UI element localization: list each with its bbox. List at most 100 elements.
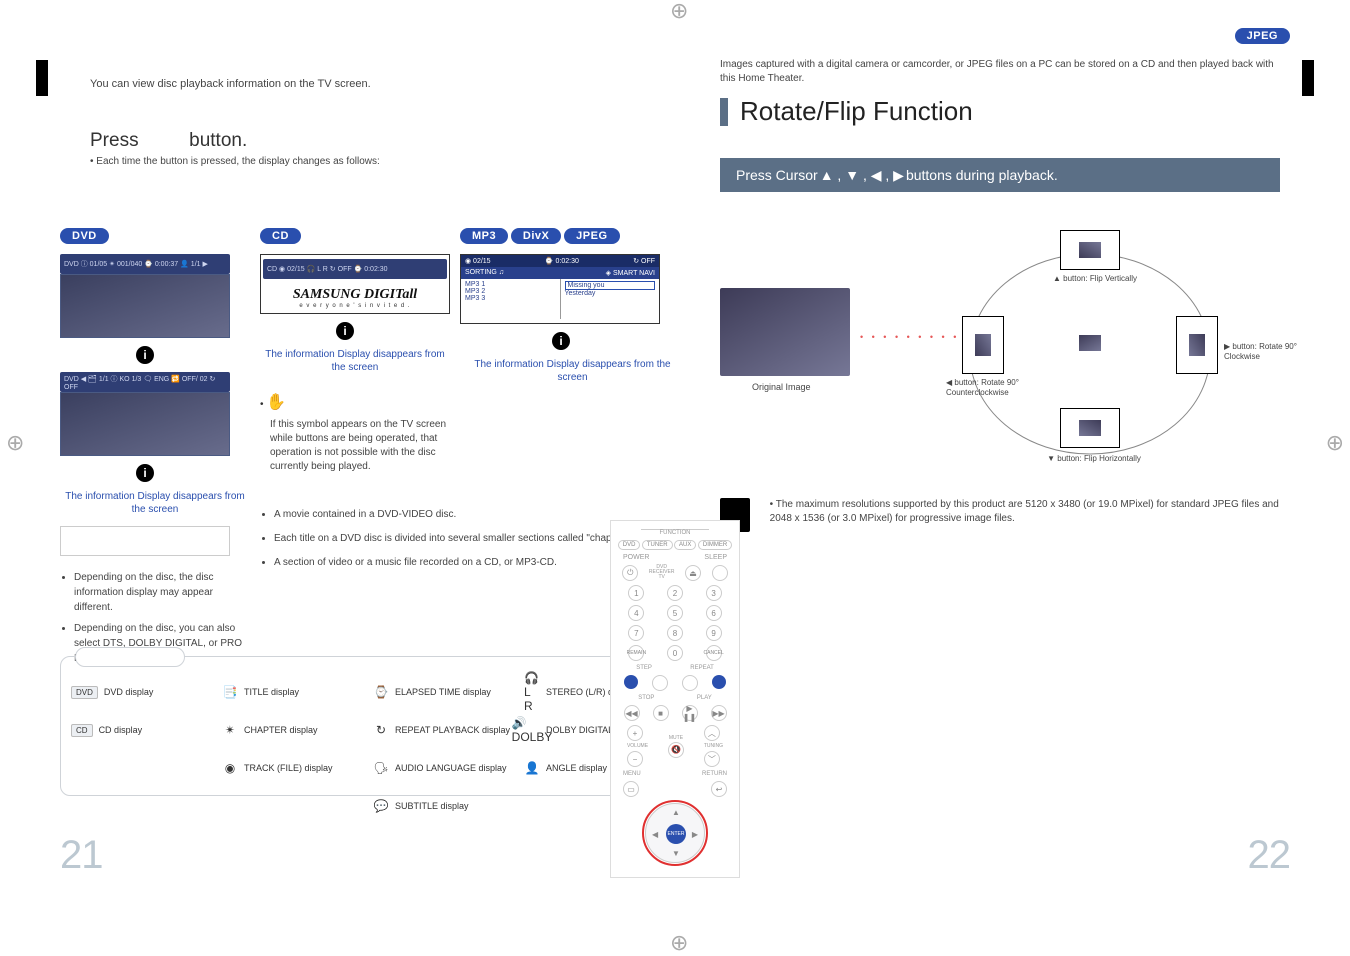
fig-right: [1176, 316, 1218, 374]
rc-num-0[interactable]: 0: [667, 645, 683, 661]
mp3-top-l: ◉ 02/15: [465, 257, 491, 265]
rc-ff-btn[interactable]: ▶▶: [711, 705, 727, 721]
rc-num-4[interactable]: 4: [628, 605, 644, 621]
rc-play-btn[interactable]: ▶ ❚❚: [682, 705, 698, 721]
legend-item-9: ◉ TRACK (FILE) display: [222, 760, 367, 776]
rc-num-2[interactable]: 2: [667, 585, 683, 601]
rc-rew-btn[interactable]: ◀◀: [624, 705, 640, 721]
cropmark-bottom: ⊕: [670, 930, 688, 956]
legend-item-4: CDCD display: [71, 724, 216, 737]
dvd-osd-2: DVD ◀ 🗂 1/1 ⓘ KO 1/3 🗨 ENG 🔁 OFF/ 02 ↻ O…: [60, 372, 230, 392]
cd-column: CD CD ◉ 02/15 🎧 L R ↻ OFF ⌚ 0:02:30 SAMS…: [260, 228, 450, 474]
original-image-label: Original Image: [752, 382, 811, 392]
rc-num-5[interactable]: 5: [667, 605, 683, 621]
rc-enter-btn[interactable]: ENTER: [666, 824, 686, 844]
heading-bar: [720, 98, 728, 126]
legend-tag: DVD: [71, 686, 98, 699]
mp3-c1-2: MP3 3: [465, 295, 556, 302]
pill-jpeg: JPEG: [564, 228, 619, 244]
rc-num-6[interactable]: 6: [706, 605, 722, 621]
legend-text: REPEAT PLAYBACK display: [395, 725, 510, 735]
rc-stop-btn[interactable]: ■: [653, 705, 669, 721]
samsung-logo: SAMSUNG DIGITall: [263, 287, 447, 303]
press-line: Press button.: [90, 130, 690, 152]
legend-tab: [75, 647, 185, 667]
rc-num-8[interactable]: 8: [667, 625, 683, 641]
info-icon-mp3: i: [552, 332, 570, 350]
mp3-info-disappear: The information Display disappears from …: [460, 358, 685, 384]
rc-fn-aux: AUX: [674, 540, 696, 550]
dpad-up-icon: ▲: [672, 808, 680, 817]
press-sub: • Each time the button is pressed, the d…: [90, 156, 690, 167]
hand-note-row: • ✋: [260, 392, 450, 412]
rc-repeat-btn[interactable]: [682, 675, 698, 691]
rc-return-btn[interactable]: ↩: [711, 781, 727, 797]
rc-tuning-label: TUNING: [704, 743, 723, 749]
rc-num-9[interactable]: 9: [706, 625, 722, 641]
legend-text: AUDIO LANGUAGE display: [395, 763, 507, 773]
rc-power-label: POWER: [623, 554, 649, 561]
info-icon-cd: i: [336, 322, 354, 340]
dpad-left-icon: ◀: [652, 830, 658, 839]
legend-icon: 🎧 L R: [524, 684, 540, 700]
mp3-column: MP3 DivX JPEG ◉ 02/15 ⌚ 0:02:30 ↻ OFF SO…: [460, 228, 685, 384]
rc-step-btn[interactable]: [652, 675, 668, 691]
dpad-right-icon: ▶: [692, 830, 698, 839]
rc-dpad[interactable]: ▲ ▼ ◀ ▶ ENTER: [645, 803, 705, 863]
rc-remain-btn[interactable]: REMAIN: [628, 645, 644, 661]
rc-menu-btn[interactable]: ▭: [623, 781, 639, 797]
fig-center: [1070, 328, 1110, 358]
rc-prev-btn[interactable]: [624, 675, 638, 689]
rc-sleep-btn[interactable]: [712, 565, 728, 581]
page-right: JPEG Images captured with a digital came…: [660, 28, 1290, 918]
cropmark-top: ⊕: [670, 0, 688, 24]
rc-eject-btn[interactable]: ⏏: [685, 565, 701, 581]
rc-tune-up[interactable]: ︿: [704, 725, 720, 741]
legend-text: TRACK (FILE) display: [244, 763, 333, 773]
rp-intro: Images captured with a digital camera or…: [720, 58, 1280, 86]
press-suffix: button.: [189, 130, 247, 151]
rc-step-label: STEP: [636, 665, 652, 671]
rc-mute-btn[interactable]: 🔇: [668, 742, 684, 758]
rc-cancel-btn[interactable]: CANCEL: [706, 645, 722, 661]
dpad-down-icon: ▼: [672, 849, 680, 858]
rc-vol-down[interactable]: −: [627, 751, 643, 767]
label-left: ◀ button: Rotate 90° Counterclockwise: [946, 378, 1036, 397]
rc-tune-down[interactable]: ﹀: [704, 751, 720, 767]
rc-fn-tuner: TUNER: [642, 540, 673, 550]
rc-power-btn[interactable]: ⏻: [622, 565, 638, 581]
pill-cd: CD: [260, 228, 301, 244]
page-tab-right: [1302, 60, 1314, 96]
blank-thumb: [60, 526, 230, 556]
legend-text: CD display: [99, 725, 143, 735]
legend-box: DVDDVD display📑TITLE display⌚ELAPSED TIM…: [60, 656, 680, 796]
legend-text: DVD display: [104, 687, 154, 697]
original-image-thumb: [720, 288, 850, 376]
rc-num-7[interactable]: 7: [628, 625, 644, 641]
remote-control: FUNCTION DVD TUNER AUX DIMMER POWER SLEE…: [610, 520, 740, 878]
pill-mp3: MP3: [460, 228, 508, 244]
rc-num-1[interactable]: 1: [628, 585, 644, 601]
mp3-c1-0: MP3 1: [465, 281, 556, 288]
cd-osd-text: CD ◉ 02/15 🎧 L R ↻ OFF ⌚ 0:02:30: [267, 265, 388, 273]
dvd-osd-2-text: DVD ◀ 🗂 1/1 ⓘ KO 1/3 🗨 ENG 🔁 OFF/ 02 ↻ O…: [64, 374, 226, 391]
cursor-arrows-icon: ▲ , ▼ , ◀ , ▶: [820, 167, 904, 184]
rc-return-label: RETURN: [702, 771, 727, 777]
rc-num-3[interactable]: 3: [706, 585, 722, 601]
rc-vol-up[interactable]: +: [627, 725, 643, 741]
mp3-c2-0: Yesterday: [565, 290, 656, 297]
legend-icon: 🔊 DOLBY: [524, 722, 540, 738]
legend-icon: ⌚: [373, 684, 389, 700]
label-down: ▼ button: Flip Horizontally: [1034, 454, 1154, 464]
legend-icon: ◉: [222, 760, 238, 776]
samsung-tagline: e v e r y o n e ' s i n v i t e d .: [263, 303, 447, 309]
rc-next-btn[interactable]: [712, 675, 726, 689]
label-up: ▲ button: Flip Vertically: [1040, 274, 1150, 284]
mp3-row2-l: SORTING ♫: [465, 269, 504, 277]
legend-icon: ✴: [222, 722, 238, 738]
rotate-diagram: Original Image • • • • • • • • • • • ▲ b…: [720, 248, 1280, 478]
rc-function-label: FUNCTION: [641, 529, 709, 536]
hand-note: If this symbol appears on the TV screen …: [270, 418, 450, 474]
press-prefix: Press: [90, 130, 139, 151]
rc-volume-label: VOLUME: [627, 743, 648, 749]
